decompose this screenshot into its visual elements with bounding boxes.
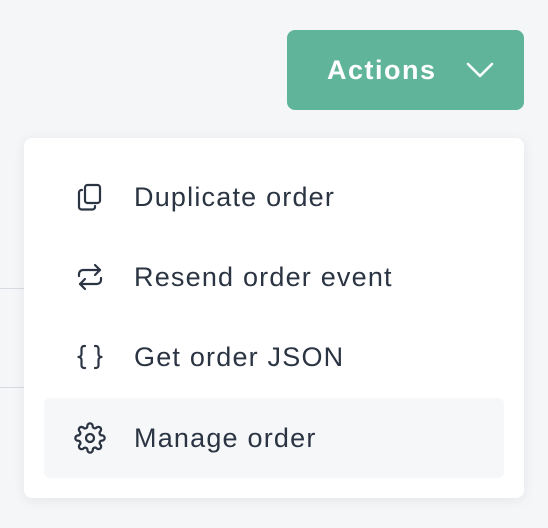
repeat-icon	[74, 261, 106, 293]
chevron-down-icon	[465, 59, 495, 81]
menu-item-duplicate-order[interactable]: Duplicate order	[44, 157, 504, 237]
actions-dropdown-menu: Duplicate order Resend order event Get o…	[24, 138, 524, 498]
menu-item-resend-order-event[interactable]: Resend order event	[44, 237, 504, 317]
actions-button-label: Actions	[327, 54, 437, 85]
menu-item-get-order-json[interactable]: Get order JSON	[44, 317, 504, 397]
menu-item-label: Resend order event	[134, 261, 393, 292]
menu-item-label: Get order JSON	[134, 341, 345, 372]
copy-icon	[74, 181, 106, 213]
braces-icon	[74, 341, 106, 373]
gear-icon	[74, 422, 106, 454]
actions-button[interactable]: Actions	[287, 30, 524, 110]
menu-item-label: Manage order	[134, 422, 317, 453]
menu-item-manage-order[interactable]: Manage order	[44, 398, 504, 478]
menu-item-label: Duplicate order	[134, 181, 336, 212]
